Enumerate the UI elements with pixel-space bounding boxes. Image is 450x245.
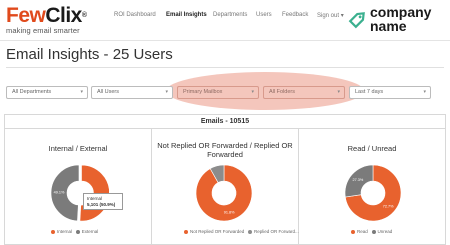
logo-wordmark: FewClix® [6, 5, 87, 27]
mailbox-filter[interactable]: Primary Mailbox ▾ [177, 86, 259, 99]
legend-item-replied[interactable]: Replied OR Forward... [248, 229, 299, 234]
legend-swatch-icon [371, 229, 376, 234]
chevron-down-icon: ▾ [339, 13, 344, 19]
page-title: Email Insights - 25 Users [6, 46, 173, 63]
mailbox-filter-value: Primary Mailbox [183, 89, 223, 95]
chevron-down-icon: ▾ [423, 89, 426, 95]
chevron-down-icon: ▾ [80, 89, 83, 95]
chart-title: Not Replied OR Forwarded / Replied OR Fo… [157, 141, 293, 159]
emails-panel: Emails - 10515 Internal / External 49.1%… [4, 114, 446, 245]
logo-few: Few [6, 4, 46, 27]
chart-tooltip: Internal 5,101 (50.9%) [83, 193, 123, 210]
users-filter-value: All Users [97, 89, 120, 95]
fewclix-logo[interactable]: FewClix® making email smarter [6, 5, 87, 36]
nav-sign-out[interactable]: Sign out ▾ [317, 12, 344, 19]
legend-swatch-icon [351, 229, 355, 234]
legend-item-not-replied[interactable]: Not Replied OR Forwarded [184, 229, 244, 234]
chart-title: Read / Unread [347, 144, 397, 153]
users-filter[interactable]: All Users ▾ [91, 86, 173, 99]
legend-item-external[interactable]: External [75, 229, 98, 234]
nav-users[interactable]: Users [256, 12, 272, 18]
sign-out-label: Sign out [317, 13, 340, 19]
logo-clix: Clix [45, 4, 82, 27]
legend-swatch-icon [51, 229, 55, 234]
department-filter-value: All Departments [12, 89, 52, 95]
company-logo: company name [348, 4, 448, 36]
company-name-line2: name [370, 18, 407, 34]
panel-header: Emails - 10515 [5, 115, 445, 129]
top-bar: FewClix® making email smarter ROI Dashbo… [0, 0, 450, 41]
legend-swatch-icon [75, 229, 80, 234]
nav-email-insights[interactable]: Email Insights [166, 12, 207, 18]
divider [6, 67, 444, 68]
chevron-down-icon: ▾ [337, 89, 340, 95]
folders-filter-value: All Folders [269, 89, 295, 95]
read-unread-donut[interactable]: 72.7% 27.3% [343, 163, 403, 223]
chart-legend: Not Replied OR Forwarded Replied OR Forw… [184, 229, 299, 234]
legend-item-unread[interactable]: Unread [371, 229, 392, 234]
legend-swatch-icon [248, 229, 253, 234]
legend-item-internal[interactable]: Internal [51, 229, 72, 234]
replied-forwarded-card: Not Replied OR Forwarded / Replied OR Fo… [152, 129, 299, 245]
folders-filter[interactable]: All Folders ▾ [263, 86, 345, 99]
logo-registered-mark: ® [81, 12, 87, 19]
nav-feedback[interactable]: Feedback [282, 12, 308, 18]
slice-label: 27.3% [352, 178, 363, 182]
nav-roi-dashboard[interactable]: ROI Dashboard [114, 12, 156, 18]
legend-swatch-icon [184, 229, 188, 234]
read-unread-card: Read / Unread 72.7% 27.3% Read Unread [299, 129, 445, 245]
slice-label: 91.8% [224, 211, 235, 215]
department-filter[interactable]: All Departments ▾ [6, 86, 88, 99]
logo-tagline: making email smarter [6, 26, 80, 35]
date-range-filter-value: Last 7 days [355, 89, 384, 95]
chart-title: Internal / External [48, 144, 108, 153]
company-name-line1: company [370, 4, 432, 20]
slice-label: 49.1% [54, 191, 65, 195]
legend-item-read[interactable]: Read [351, 229, 368, 234]
chevron-down-icon: ▾ [165, 89, 168, 95]
nav-departments[interactable]: Departments [213, 12, 247, 18]
slice-label: 72.7% [383, 204, 394, 208]
date-range-filter[interactable]: Last 7 days ▾ [349, 86, 431, 99]
tooltip-value: 5,101 (50.9%) [87, 202, 116, 207]
tag-icon [348, 12, 365, 29]
chart-legend: Read Unread [351, 229, 392, 234]
chevron-down-icon: ▾ [251, 89, 254, 95]
internal-external-card: Internal / External 49.1% Internal 5,101… [5, 129, 152, 245]
replied-forwarded-donut[interactable]: 91.8% [194, 163, 254, 223]
chart-legend: Internal External [51, 229, 98, 234]
